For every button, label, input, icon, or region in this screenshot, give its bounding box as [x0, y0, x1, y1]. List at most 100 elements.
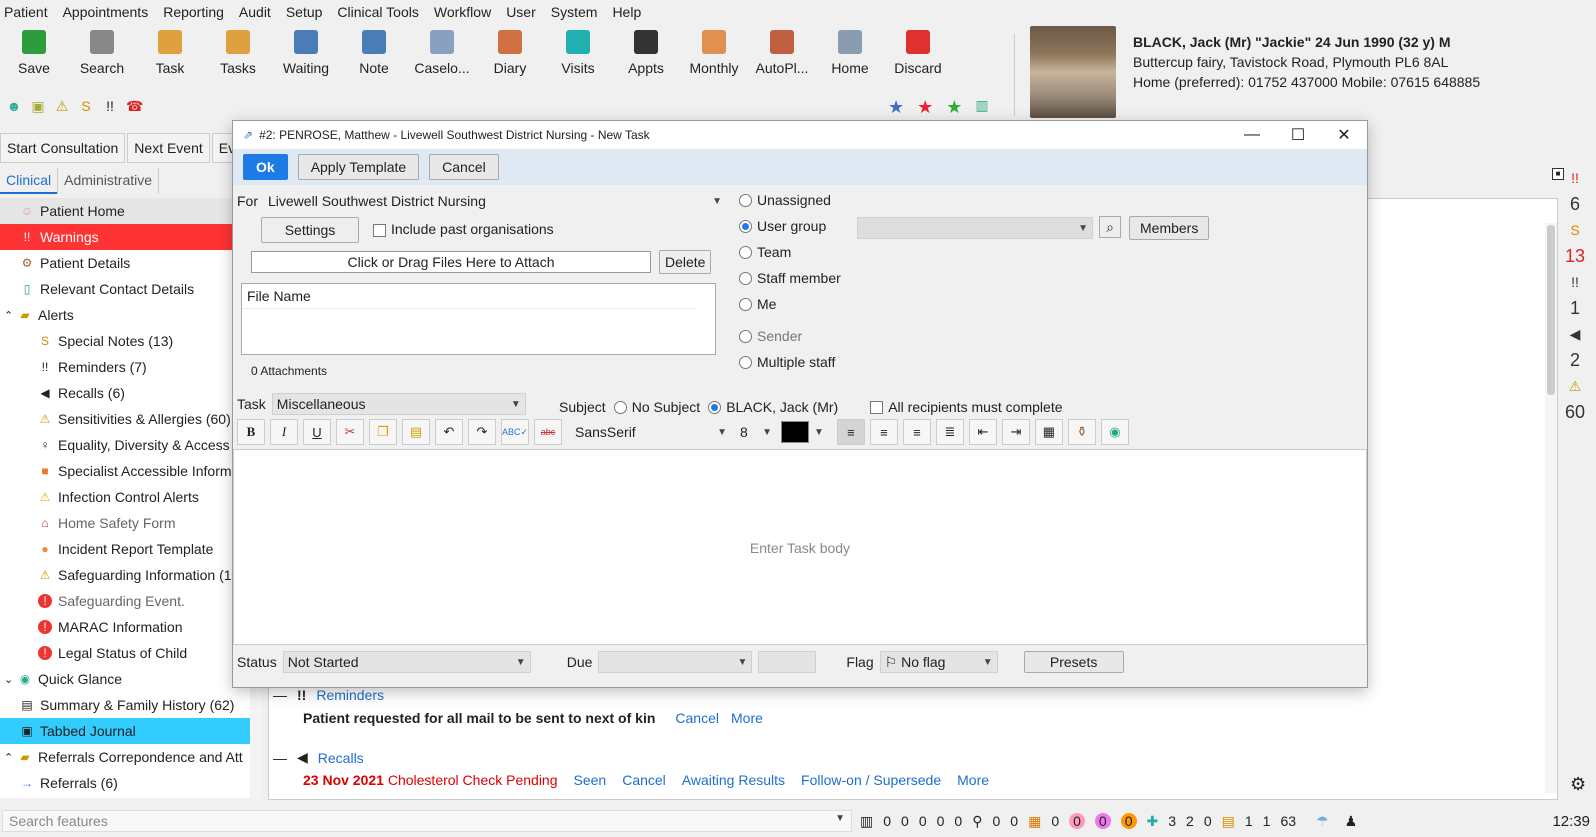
status-count[interactable]: 0 — [901, 813, 909, 829]
sidebar-item[interactable]: ⌃ ▰ Referrals Correpondence and Att — [0, 744, 262, 770]
form-icon[interactable]: ▣ — [30, 98, 46, 114]
menu-setup[interactable]: Setup — [286, 4, 323, 20]
close-icon[interactable]: ✕ — [1321, 121, 1367, 149]
sidebar-item[interactable]: ⚠ Safeguarding Information (1 — [0, 562, 262, 588]
radio-user-group[interactable]: User group — [739, 213, 841, 239]
tasks-icon[interactable]: ▥ — [860, 813, 873, 830]
visits-icon[interactable]: ✚ — [1147, 813, 1159, 830]
include-past-checkbox[interactable] — [373, 223, 386, 237]
undo-icon[interactable]: ↶ — [435, 419, 463, 445]
recall-followon-link[interactable]: Follow-on / Supersede — [801, 772, 941, 788]
sidebar-item[interactable]: ⚠ Sensitivities & Allergies (60) — [0, 406, 262, 432]
italic-icon[interactable]: I — [270, 419, 298, 445]
toolbar-tasks-button[interactable]: Tasks — [204, 30, 272, 86]
align-right-icon[interactable]: ≡ — [902, 419, 931, 445]
status-count[interactable]: 0 — [919, 813, 927, 829]
menu-system[interactable]: System — [551, 4, 598, 20]
recalls-title[interactable]: Recalls — [318, 750, 364, 766]
user-group-select[interactable]: ▼ — [857, 217, 1093, 239]
color-swatch[interactable] — [781, 421, 809, 443]
members-button[interactable]: Members — [1129, 216, 1210, 240]
diary-icon[interactable]: ▦ — [1028, 813, 1041, 830]
status-select[interactable]: Not Started ▼ — [282, 651, 531, 673]
toolbar-task-button[interactable]: Task — [136, 30, 204, 86]
toolbar-autopl-button[interactable]: AutoPl... — [748, 30, 816, 86]
status-count[interactable]: 0 — [1094, 813, 1111, 829]
chevron-up-icon[interactable]: ⌃ — [4, 309, 18, 322]
toolbar-note-button[interactable]: Note — [340, 30, 408, 86]
settings-gear-icon[interactable]: ⚙ — [1570, 774, 1586, 795]
toolbar-waiting-button[interactable]: Waiting — [272, 30, 340, 86]
recall-seen-link[interactable]: Seen — [574, 772, 607, 788]
all-recipients-checkbox[interactable] — [870, 400, 884, 414]
for-select[interactable]: Livewell Southwest District Nursing ▼ — [264, 190, 726, 212]
sidebar-item[interactable]: S Special Notes (13) — [0, 328, 262, 354]
status-count[interactable]: 0 — [1120, 813, 1137, 829]
reminder-cancel-link[interactable]: Cancel — [675, 710, 719, 726]
no-subject-radio[interactable]: No Subject — [613, 394, 700, 420]
font-size-select[interactable]: 8 ▼ — [736, 421, 776, 443]
radio-me[interactable]: Me — [739, 291, 841, 317]
toolbar-search-button[interactable]: Search — [68, 30, 136, 86]
cancel-button[interactable]: Cancel — [429, 154, 499, 180]
star-red-icon[interactable]: ★ — [917, 97, 933, 118]
strikethrough-icon[interactable]: abc — [534, 419, 562, 445]
menu-patient[interactable]: Patient — [4, 4, 48, 20]
toolbar-discard-button[interactable]: Discard — [884, 30, 952, 86]
font-select[interactable]: SansSerif ▼ — [571, 421, 731, 443]
menu-audit[interactable]: Audit — [239, 4, 271, 20]
start-consultation-button[interactable]: Start Consultation — [0, 133, 126, 163]
status-count[interactable]: 0 — [1051, 813, 1059, 829]
clipboard-icon[interactable]: ▤ — [1222, 813, 1235, 830]
menu-clinical-tools[interactable]: Clinical Tools — [337, 4, 418, 20]
status-count[interactable]: 2 — [1186, 813, 1194, 829]
presets-button[interactable]: Presets — [1023, 651, 1124, 673]
radio-staff-member[interactable]: Staff member — [739, 265, 841, 291]
alert-count-icon[interactable]: !! — [1571, 269, 1579, 295]
user-icon[interactable]: ♟ — [1345, 813, 1358, 830]
indent-icon[interactable]: ⇥ — [1001, 419, 1030, 445]
sidebar-item[interactable]: ♀ Equality, Diversity & Access — [0, 432, 262, 458]
task-body-editor[interactable]: Enter Task body — [233, 449, 1367, 645]
globe-icon[interactable]: ◉ — [1100, 419, 1129, 445]
outdent-icon[interactable]: ⇤ — [968, 419, 997, 445]
alert-count-icon[interactable]: S — [1570, 217, 1579, 243]
sidebar-item[interactable]: ! MARAC Information — [0, 614, 262, 640]
search-icon[interactable]: ⌕ — [1099, 216, 1121, 238]
sidebar-item[interactable]: ■ Specialist Accessible Inform — [0, 458, 262, 484]
reminder-icon[interactable]: !! — [102, 98, 118, 114]
alert-count-icon[interactable]: !! — [1571, 165, 1579, 191]
sidebar-item[interactable]: → Referrals (6) — [0, 770, 262, 796]
minimize-icon[interactable]: — — [1229, 121, 1275, 149]
status-count[interactable]: 0 — [992, 813, 1000, 829]
copy-icon[interactable]: ❐ — [369, 419, 397, 445]
sidebar-item[interactable]: ! Legal Status of Child — [0, 640, 262, 666]
status-count[interactable]: 0 — [1069, 813, 1085, 829]
align-left-icon[interactable]: ≡ — [836, 419, 865, 445]
allergy-icon[interactable]: ⚠ — [54, 98, 70, 114]
sidebar-item[interactable]: ⚙ Patient Details — [0, 250, 262, 276]
recall-more-link[interactable]: More — [957, 772, 989, 788]
chart-icon[interactable]: ▥ — [975, 97, 988, 118]
status-count[interactable]: 0 — [1010, 813, 1018, 829]
special-notes-icon[interactable]: S — [78, 98, 94, 114]
menu-user[interactable]: User — [506, 4, 536, 20]
status-count[interactable]: 3 — [1168, 813, 1176, 829]
sidebar-item[interactable]: ⌃ ▰ Alerts — [0, 302, 262, 328]
reminder-more-link[interactable]: More — [731, 710, 763, 726]
sidebar-item[interactable]: ! Safeguarding Event. — [0, 588, 262, 614]
collapse-icon[interactable]: — — [273, 687, 287, 703]
visit-icon[interactable]: ⚲ — [972, 813, 982, 830]
toolbar-monthly-button[interactable]: Monthly — [680, 30, 748, 86]
recall-awaiting-link[interactable]: Awaiting Results — [682, 772, 785, 788]
star-blue-icon[interactable]: ★ — [888, 97, 904, 118]
underline-icon[interactable]: U — [303, 419, 331, 445]
spellcheck-icon[interactable]: ABC✓ — [501, 419, 529, 445]
file-list[interactable]: File Name — [241, 283, 716, 355]
status-count[interactable]: 0 — [883, 813, 891, 829]
chevron-down-icon[interactable]: ⌄ — [4, 673, 18, 686]
menu-workflow[interactable]: Workflow — [434, 4, 491, 20]
status-count[interactable]: 0 — [954, 813, 962, 829]
bold-icon[interactable]: B — [237, 419, 265, 445]
sidebar-item[interactable]: ⌄ ◉ Quick Glance — [0, 666, 262, 692]
